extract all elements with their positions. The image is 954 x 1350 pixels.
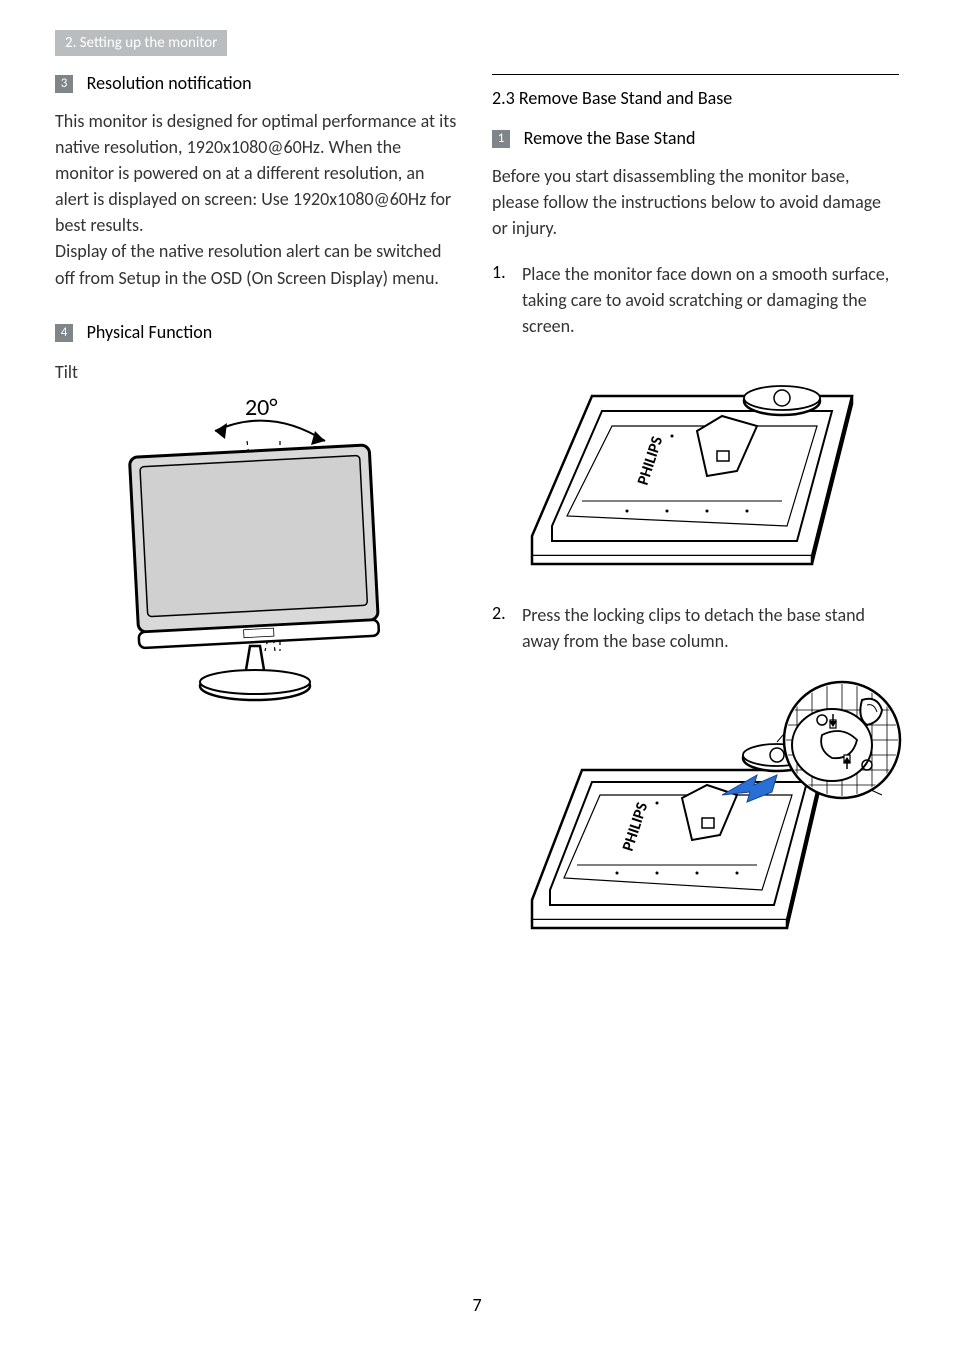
section-number-box: 4 [55, 324, 73, 342]
section-4-header: 4 Physical Function [55, 321, 462, 343]
page-number: 7 [0, 1294, 954, 1316]
subsection-1-header: 1 Remove the Base Stand [492, 127, 899, 149]
page: 2. Setting up the monitor 3 Resolution n… [0, 0, 954, 1350]
section-rule [492, 74, 899, 75]
tilt-forward-label: 20° [245, 393, 277, 422]
tilt-diagram: 20° -5° [105, 391, 405, 711]
section-number-box: 1 [492, 130, 510, 148]
section-title: Physical Function [87, 321, 213, 343]
subsection-intro: Before you start disassembling the monit… [492, 163, 899, 241]
face-down-diagram: PHILIPS [522, 356, 862, 576]
list-item: 1. Place the monitor face down on a smoo… [492, 261, 899, 339]
chapter-header: 2. Setting up the monitor [55, 30, 227, 56]
step-text: Press the locking clips to detach the ba… [522, 602, 899, 654]
right-column: 2.3 Remove Base Stand and Base 1 Remove … [492, 72, 899, 976]
steps-list: 1. Place the monitor face down on a smoo… [492, 261, 899, 339]
section-title: Resolution notification [87, 72, 252, 94]
subsection-title: Remove the Base Stand [524, 127, 696, 149]
detach-base-diagram: PHILIPS [522, 670, 902, 950]
content-columns: 3 Resolution notification This monitor i… [55, 72, 899, 976]
left-column: 3 Resolution notification This monitor i… [55, 72, 462, 976]
step-number: 1. [492, 261, 522, 339]
tilt-label: Tilt [55, 361, 462, 383]
section-2-3-heading: 2.3 Remove Base Stand and Base [492, 87, 899, 109]
section-3-header: 3 Resolution notification [55, 72, 462, 94]
step-text: Place the monitor face down on a smooth … [522, 261, 899, 339]
section-3-body: This monitor is designed for optimal per… [55, 108, 462, 291]
section-number-box: 3 [55, 75, 73, 93]
step-number: 2. [492, 602, 522, 654]
steps-list-2: 2. Press the locking clips to detach the… [492, 602, 899, 654]
list-item: 2. Press the locking clips to detach the… [492, 602, 899, 654]
